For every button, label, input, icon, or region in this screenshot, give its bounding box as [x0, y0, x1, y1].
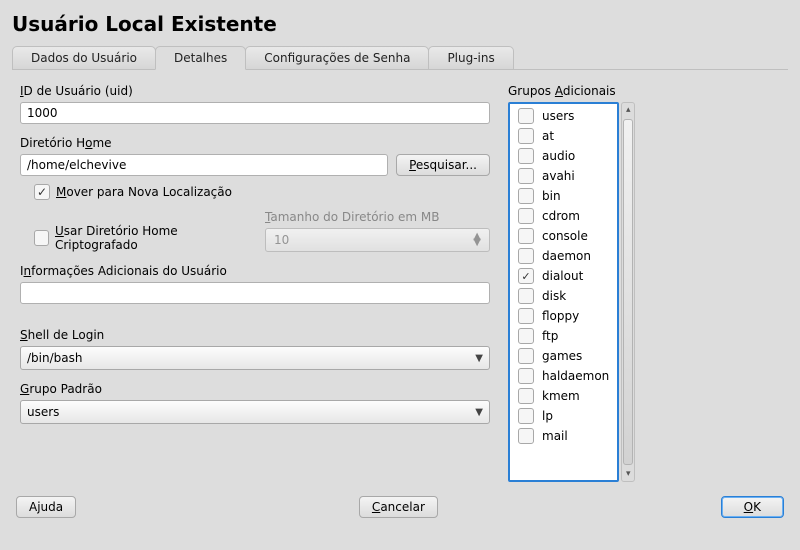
group-label: console — [542, 229, 588, 243]
group-checkbox[interactable] — [518, 108, 534, 124]
addinfo-input[interactable] — [20, 282, 490, 304]
list-item[interactable]: disk — [514, 286, 613, 306]
list-item[interactable]: haldaemon — [514, 366, 613, 386]
list-item[interactable]: ftp — [514, 326, 613, 346]
group-checkbox[interactable] — [518, 168, 534, 184]
group-checkbox[interactable] — [518, 208, 534, 224]
group-label: bin — [542, 189, 561, 203]
uid-input[interactable] — [20, 102, 490, 124]
group-label: floppy — [542, 309, 579, 323]
tab-bar: Dados do Usuário Detalhes Configurações … — [12, 46, 788, 70]
dirsize-label: Tamanho do Diretório em MB — [265, 210, 490, 224]
tab-userdata[interactable]: Dados do Usuário — [12, 46, 156, 69]
encrypted-checkbox[interactable] — [34, 230, 49, 246]
group-checkbox[interactable] — [518, 148, 534, 164]
defaultgroup-value: users — [27, 405, 59, 419]
defaultgroup-select[interactable]: users ▼ — [20, 400, 490, 424]
tab-userdata-label: Dados do Usuário — [31, 51, 137, 65]
help-button-label: Ajuda — [29, 500, 63, 514]
home-input[interactable] — [20, 154, 388, 176]
group-label: haldaemon — [542, 369, 609, 383]
list-item[interactable]: dialout — [514, 266, 613, 286]
group-label: games — [542, 349, 582, 363]
dirsize-spinner: 10 ▲▼ — [265, 228, 490, 252]
group-checkbox[interactable] — [518, 368, 534, 384]
list-item[interactable]: bin — [514, 186, 613, 206]
group-checkbox[interactable] — [518, 388, 534, 404]
encrypted-checkbox-label: Usar Diretório Home Criptografado — [55, 224, 249, 252]
list-item[interactable]: users — [514, 106, 613, 126]
group-checkbox[interactable] — [518, 228, 534, 244]
group-checkbox[interactable] — [518, 268, 534, 284]
group-checkbox[interactable] — [518, 408, 534, 424]
group-label: daemon — [542, 249, 591, 263]
group-label: at — [542, 129, 554, 143]
group-label: lp — [542, 409, 553, 423]
tab-password-label: Configurações de Senha — [264, 51, 410, 65]
addinfo-label: Informações Adicionais do Usuário — [20, 264, 490, 278]
dialog-title: Usuário Local Existente — [12, 12, 788, 36]
defaultgroup-label: Grupo Padrão — [20, 382, 490, 396]
list-item[interactable]: console — [514, 226, 613, 246]
group-label: mail — [542, 429, 568, 443]
group-checkbox[interactable] — [518, 188, 534, 204]
group-checkbox[interactable] — [518, 128, 534, 144]
group-label: dialout — [542, 269, 583, 283]
tab-plugins-label: Plug-ins — [447, 51, 494, 65]
tab-details-label: Detalhes — [174, 51, 227, 65]
scrollbar-thumb[interactable] — [623, 119, 633, 465]
spinner-updown-icon: ▲▼ — [473, 234, 481, 246]
list-item[interactable]: audio — [514, 146, 613, 166]
list-item[interactable]: kmem — [514, 386, 613, 406]
move-checkbox-row[interactable]: Mover para Nova Localização — [34, 184, 490, 200]
scroll-down-icon[interactable]: ▾ — [626, 467, 631, 481]
list-item[interactable]: lp — [514, 406, 613, 426]
move-checkbox-label: Mover para Nova Localização — [56, 185, 232, 199]
group-checkbox[interactable] — [518, 248, 534, 264]
group-label: kmem — [542, 389, 580, 403]
group-label: audio — [542, 149, 575, 163]
list-item[interactable]: games — [514, 346, 613, 366]
groups-scrollbar[interactable]: ▴ ▾ — [621, 102, 635, 482]
scroll-up-icon[interactable]: ▴ — [626, 103, 631, 117]
group-label: ftp — [542, 329, 558, 343]
shell-label: Shell de Login — [20, 328, 490, 342]
tab-plugins[interactable]: Plug-ins — [428, 46, 513, 69]
ok-button[interactable]: OK — [721, 496, 784, 518]
group-checkbox[interactable] — [518, 308, 534, 324]
group-checkbox[interactable] — [518, 428, 534, 444]
list-item[interactable]: daemon — [514, 246, 613, 266]
dirsize-value: 10 — [274, 233, 289, 247]
uid-label: IID de Usuário (uid)D de Usuário (uid) — [20, 84, 490, 98]
group-label: users — [542, 109, 574, 123]
group-checkbox[interactable] — [518, 348, 534, 364]
tab-password[interactable]: Configurações de Senha — [245, 46, 429, 69]
group-label: disk — [542, 289, 566, 303]
shell-value: /bin/bash — [27, 351, 82, 365]
group-checkbox[interactable] — [518, 328, 534, 344]
browse-button[interactable]: Pesquisar... — [396, 154, 490, 176]
list-item[interactable]: cdrom — [514, 206, 613, 226]
group-checkbox[interactable] — [518, 288, 534, 304]
list-item[interactable]: avahi — [514, 166, 613, 186]
cancel-button[interactable]: Cancelar — [359, 496, 438, 518]
chevron-down-icon: ▼ — [475, 353, 483, 364]
help-button[interactable]: Ajuda — [16, 496, 76, 518]
shell-select[interactable]: /bin/bash ▼ — [20, 346, 490, 370]
home-label: Diretório Home — [20, 136, 490, 150]
list-item[interactable]: floppy — [514, 306, 613, 326]
additional-groups-label: Grupos Adicionais — [508, 84, 788, 98]
group-label: avahi — [542, 169, 575, 183]
move-checkbox[interactable] — [34, 184, 50, 200]
group-label: cdrom — [542, 209, 580, 223]
chevron-down-icon: ▼ — [475, 407, 483, 418]
tab-details[interactable]: Detalhes — [155, 46, 246, 70]
list-item[interactable]: at — [514, 126, 613, 146]
list-item[interactable]: mail — [514, 426, 613, 446]
additional-groups-listbox[interactable]: users at audio avahi bin cdrom console daemon di… — [508, 102, 619, 482]
